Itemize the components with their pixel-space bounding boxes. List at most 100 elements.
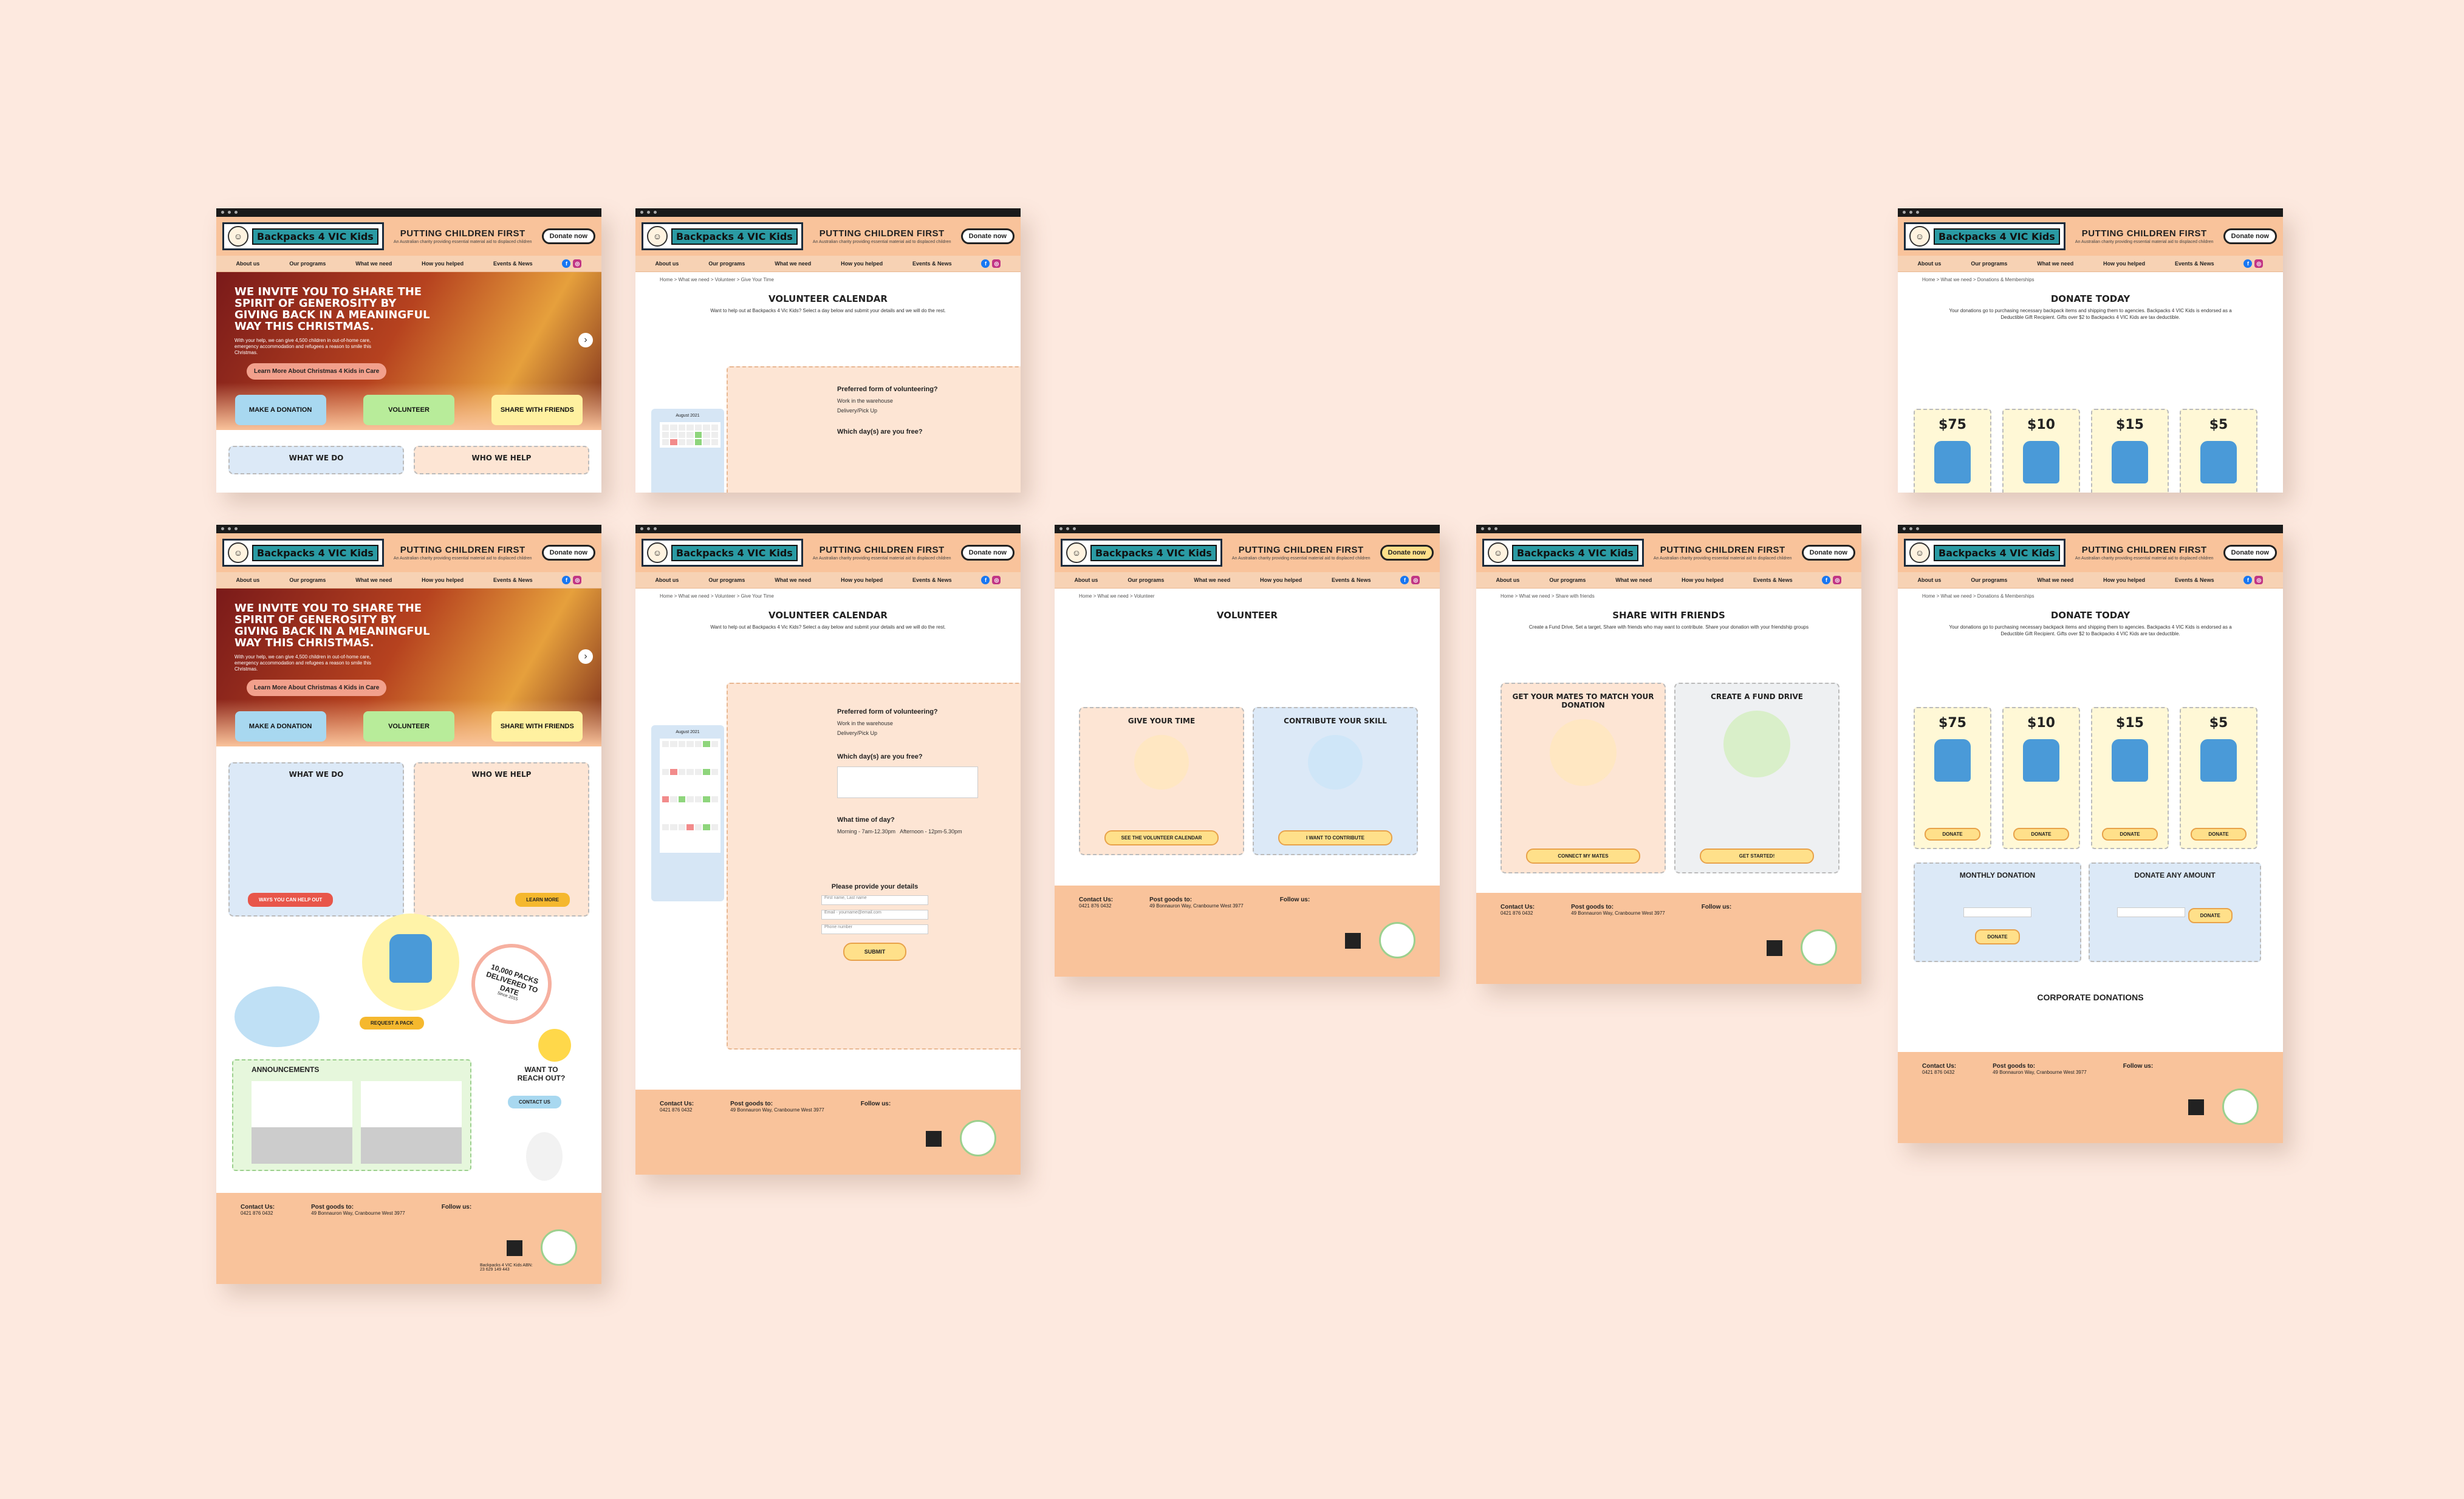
nav-what-we-need[interactable]: What we need xyxy=(2037,577,2073,583)
nav-what-we-need[interactable]: What we need xyxy=(775,261,811,267)
tier-donate-button[interactable]: DONATE xyxy=(2191,828,2247,841)
instagram-icon[interactable]: ◎ xyxy=(573,576,582,584)
email-field[interactable]: Email - yourname@email.com xyxy=(821,910,928,920)
any-donate-button[interactable]: DONATE xyxy=(2188,908,2233,923)
instagram-icon[interactable]: ◎ xyxy=(1833,576,1842,584)
site-logo[interactable]: ☺ Backpacks 4 VIC Kids xyxy=(1904,222,2065,250)
nav-what-we-need[interactable]: What we need xyxy=(2037,261,2073,267)
carousel-next-icon[interactable]: › xyxy=(578,333,593,347)
nav-about[interactable]: About us xyxy=(236,261,259,267)
donate-now-button[interactable]: Donate now xyxy=(2223,545,2277,561)
tier-donate-button[interactable]: DONATE xyxy=(2013,828,2069,841)
instagram-icon[interactable]: ◎ xyxy=(1411,576,1420,584)
nav-what-we-need[interactable]: What we need xyxy=(1615,577,1652,583)
instagram-icon[interactable]: ◎ xyxy=(2254,259,2264,268)
connect-mates-button[interactable]: CONNECT MY MATES xyxy=(1526,849,1640,864)
nav-events[interactable]: Events & News xyxy=(1332,577,1371,583)
ways-help-button[interactable]: WAYS YOU CAN HELP OUT xyxy=(248,892,334,907)
instagram-icon[interactable]: ◎ xyxy=(2254,576,2264,584)
nav-programs[interactable]: Our programs xyxy=(708,577,745,583)
nav-about[interactable]: About us xyxy=(1917,261,1941,267)
nav-events[interactable]: Events & News xyxy=(493,577,533,583)
site-logo[interactable]: ☺ Backpacks 4 VIC Kids xyxy=(222,539,384,567)
donate-now-button[interactable]: Donate now xyxy=(541,545,595,561)
donate-now-button[interactable]: Donate now xyxy=(960,545,1015,561)
nav-how-you-helped[interactable]: How you helped xyxy=(422,577,464,583)
nav-how-you-helped[interactable]: How you helped xyxy=(2103,261,2145,267)
get-started-button[interactable]: GET STARTED! xyxy=(1700,849,1814,864)
nav-events[interactable]: Events & News xyxy=(2175,261,2214,267)
days-textarea[interactable] xyxy=(837,767,978,798)
site-logo[interactable]: ☺ Backpacks 4 VIC Kids xyxy=(642,222,803,250)
amount-input[interactable] xyxy=(2117,907,2186,917)
nav-programs[interactable]: Our programs xyxy=(289,261,326,267)
nav-about[interactable]: About us xyxy=(236,577,259,583)
nav-how-you-helped[interactable]: How you helped xyxy=(2103,577,2145,583)
nav-what-we-need[interactable]: What we need xyxy=(355,261,392,267)
learn-more-button[interactable]: LEARN MORE xyxy=(515,892,570,907)
facebook-icon[interactable]: f xyxy=(562,259,571,268)
site-logo[interactable]: ☺ Backpacks 4 VIC Kids xyxy=(642,539,803,567)
donate-now-button[interactable]: Donate now xyxy=(1380,545,1434,561)
opt-warehouse[interactable]: Work in the warehouse xyxy=(837,398,1021,404)
facebook-icon[interactable]: f xyxy=(562,576,571,584)
contact-us-button[interactable]: CONTACT US xyxy=(508,1096,561,1108)
opt-afternoon[interactable]: Afternoon - 12pm-5.30pm xyxy=(900,828,962,835)
nav-events[interactable]: Events & News xyxy=(493,261,533,267)
hero-cta-button[interactable]: Learn More About Christmas 4 Kids in Car… xyxy=(247,363,387,380)
i-want-contribute-button[interactable]: I WANT TO CONTRIBUTE xyxy=(1278,830,1392,845)
site-logo[interactable]: ☺ Backpacks 4 VIC Kids xyxy=(1061,539,1222,567)
nav-what-we-need[interactable]: What we need xyxy=(355,577,392,583)
nav-how-you-helped[interactable]: How you helped xyxy=(422,261,464,267)
facebook-icon[interactable]: f xyxy=(2243,259,2253,268)
nav-programs[interactable]: Our programs xyxy=(1128,577,1164,583)
nav-what-we-need[interactable]: What we need xyxy=(775,577,811,583)
opt-delivery[interactable]: Delivery/Pick Up xyxy=(837,730,1021,736)
opt-morning[interactable]: Morning - 7am-12.30pm xyxy=(837,828,895,835)
nav-events[interactable]: Events & News xyxy=(2175,577,2214,583)
nav-about[interactable]: About us xyxy=(1074,577,1098,583)
facebook-icon[interactable]: f xyxy=(2243,576,2253,584)
nav-how-you-helped[interactable]: How you helped xyxy=(841,261,883,267)
facebook-icon[interactable]: f xyxy=(1400,576,1409,584)
site-logo[interactable]: ☺ Backpacks 4 VIC Kids xyxy=(222,222,384,250)
facebook-icon[interactable]: f xyxy=(1822,576,1831,584)
volunteer-button[interactable]: VOLUNTEER xyxy=(363,395,454,425)
nav-events[interactable]: Events & News xyxy=(912,261,952,267)
nav-what-we-need[interactable]: What we need xyxy=(1194,577,1230,583)
facebook-icon[interactable]: f xyxy=(981,259,990,268)
instagram-icon[interactable]: ◎ xyxy=(992,576,1001,584)
opt-delivery[interactable]: Delivery/Pick Up xyxy=(837,408,1021,414)
instagram-icon[interactable]: ◎ xyxy=(573,259,582,268)
monthly-donate-button[interactable]: DONATE xyxy=(1975,929,2020,944)
nav-how-you-helped[interactable]: How you helped xyxy=(1682,577,1723,583)
site-logo[interactable]: ☺ Backpacks 4 VIC Kids xyxy=(1482,539,1644,567)
opt-warehouse[interactable]: Work in the warehouse xyxy=(837,720,1021,726)
nav-about[interactable]: About us xyxy=(655,577,679,583)
donate-now-button[interactable]: Donate now xyxy=(1801,545,1855,561)
see-calendar-button[interactable]: SEE THE VOLUNTEER CALENDAR xyxy=(1104,830,1219,845)
hero-cta-button[interactable]: Learn More About Christmas 4 Kids in Car… xyxy=(247,680,387,696)
donate-now-button[interactable]: Donate now xyxy=(541,228,595,244)
facebook-icon[interactable]: f xyxy=(981,576,990,584)
make-donation-button[interactable]: MAKE A DONATION xyxy=(234,711,326,742)
calendar-grid[interactable] xyxy=(660,739,720,853)
nav-how-you-helped[interactable]: How you helped xyxy=(841,577,883,583)
nav-programs[interactable]: Our programs xyxy=(1971,577,2007,583)
calendar-grid[interactable] xyxy=(660,422,720,448)
make-donation-button[interactable]: MAKE A DONATION xyxy=(234,395,326,425)
nav-about[interactable]: About us xyxy=(655,261,679,267)
donate-now-button[interactable]: Donate now xyxy=(960,228,1015,244)
instagram-icon[interactable]: ◎ xyxy=(992,259,1001,268)
monthly-select[interactable] xyxy=(1963,907,2031,917)
nav-programs[interactable]: Our programs xyxy=(289,577,326,583)
nav-programs[interactable]: Our programs xyxy=(708,261,745,267)
phone-field[interactable]: Phone number xyxy=(821,924,928,934)
site-logo[interactable]: ☺ Backpacks 4 VIC Kids xyxy=(1904,539,2065,567)
nav-events[interactable]: Events & News xyxy=(1753,577,1793,583)
submit-button[interactable]: SUBMIT xyxy=(843,943,906,961)
carousel-next-icon[interactable]: › xyxy=(578,649,593,664)
nav-programs[interactable]: Our programs xyxy=(1549,577,1586,583)
tier-donate-button[interactable]: DONATE xyxy=(1925,828,1980,841)
announcement-card[interactable] xyxy=(361,1081,462,1164)
